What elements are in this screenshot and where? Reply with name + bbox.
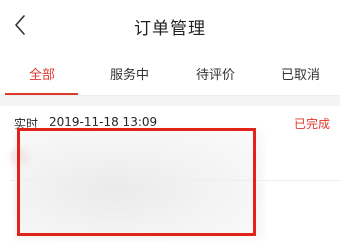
order-status-badge: 已完成 bbox=[293, 117, 330, 131]
order-tabs: 全部 服务中 待评价 已取消 bbox=[0, 50, 340, 96]
order-management-screen: 订单管理 全部 服务中 待评价 已取消 实时 2019-11-18 13:09 … bbox=[0, 0, 340, 242]
section-gap bbox=[0, 96, 340, 106]
tab-in-service[interactable]: 服务中 bbox=[110, 64, 149, 83]
tab-pending-review[interactable]: 待评价 bbox=[196, 64, 235, 83]
header: 订单管理 bbox=[0, 0, 340, 50]
order-time: 2019-11-18 13:09 bbox=[49, 115, 158, 129]
order-card[interactable]: 实时 2019-11-18 13:09 已完成 bbox=[0, 106, 340, 242]
tab-all[interactable]: 全部 bbox=[29, 64, 55, 83]
page-title: 订单管理 bbox=[134, 19, 206, 39]
highlight-box bbox=[17, 128, 256, 236]
tab-cancelled[interactable]: 已取消 bbox=[281, 64, 320, 83]
